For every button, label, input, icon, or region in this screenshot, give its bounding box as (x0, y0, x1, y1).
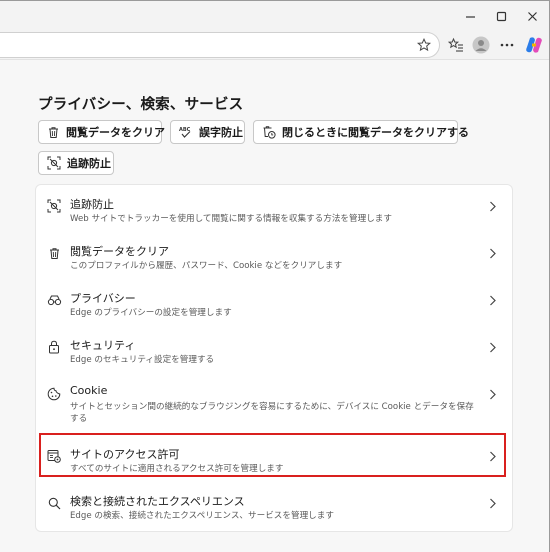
setting-row-privacy[interactable]: プライバシー Edge のプライバシーの設定を管理します (36, 280, 512, 327)
chevron-right-icon (487, 496, 497, 510)
setting-title: サイトのアクセス許可 (70, 448, 180, 461)
favorites-list-icon[interactable] (446, 35, 466, 55)
site-permissions-icon (46, 448, 62, 464)
chevron-right-icon (487, 293, 497, 307)
close-icon (527, 11, 537, 21)
more-menu-icon[interactable] (497, 35, 517, 55)
spellcheck-icon: ABC (179, 127, 191, 138)
chevron-right-icon (487, 340, 497, 354)
browser-window: プライバシー、検索、サービス 閲覧データをクリア ABC 誤字防止 閉じるときに… (0, 0, 550, 552)
profile-avatar-icon[interactable] (471, 35, 491, 55)
setting-title: Cookie (70, 384, 108, 397)
setting-title: プライバシー (70, 292, 136, 305)
setting-row-tracking-prevention[interactable]: 追跡防止 Web サイトでトラッカーを使用して閲覧に関する情報を収集する方法を管… (36, 186, 512, 233)
setting-row-site-permissions[interactable]: サイトのアクセス許可 すべてのサイトに適用されるアクセス許可を管理します (36, 436, 512, 483)
maximize-button[interactable] (484, 1, 518, 31)
setting-description: サイトとセッション間の継続的なブラウジングを容易にするために、デバイスに Coo… (70, 402, 474, 424)
spellcheck-button[interactable]: ABC 誤字防止 (170, 120, 245, 144)
trash-icon (49, 126, 58, 138)
setting-description: このプロファイルから履歴、パスワード、Cookie などをクリアします (70, 261, 343, 271)
search-icon (46, 495, 62, 511)
address-bar[interactable] (0, 32, 440, 58)
browser-toolbar (0, 31, 549, 59)
title-bar (0, 1, 549, 31)
chevron-right-icon (487, 387, 497, 401)
setting-description: すべてのサイトに適用されるアクセス許可を管理します (70, 464, 284, 474)
clear-browsing-data-button[interactable]: 閲覧データをクリア (38, 120, 165, 144)
setting-title: 閲覧データをクリア (70, 245, 169, 258)
setting-description: Edge の検索、接続されたエクスペリエンス、サービスを管理します (70, 511, 334, 521)
chip-label: 追跡防止 (67, 157, 111, 170)
settings-content: プライバシー、検索、サービス 閲覧データをクリア ABC 誤字防止 閉じるときに… (0, 59, 549, 552)
chevron-right-icon (487, 449, 497, 463)
chip-label: 閉じるときに閲覧データをクリアする (282, 126, 469, 139)
minimize-icon (465, 15, 475, 18)
glasses-icon (46, 292, 62, 308)
maximize-icon (496, 11, 506, 21)
chip-label: 誤字防止 (199, 126, 243, 139)
setting-title: セキュリティ (70, 339, 136, 352)
copilot-icon[interactable] (524, 35, 544, 55)
page-title: プライバシー、検索、サービス (38, 97, 244, 113)
setting-description: Edge のセキュリティ設定を管理する (70, 355, 215, 365)
setting-description: Edge のプライバシーの設定を管理します (70, 308, 232, 318)
chevron-right-icon (487, 246, 497, 260)
settings-card: 追跡防止 Web サイトでトラッカーを使用して閲覧に関する情報を収集する方法を管… (35, 184, 513, 532)
setting-row-clear-browsing-data[interactable]: 閲覧データをクリア このプロファイルから履歴、パスワード、Cookie などをク… (36, 233, 512, 280)
setting-description: Web サイトでトラッカーを使用して閲覧に関する情報を収集する方法を管理します (70, 214, 392, 224)
tracking-prevention-icon (47, 156, 61, 170)
lock-icon (46, 339, 62, 355)
setting-title: 検索と接続されたエクスペリエンス (70, 495, 245, 508)
chevron-right-icon (487, 199, 497, 213)
minimize-button[interactable] (453, 1, 487, 31)
chip-label: 閲覧データをクリア (66, 126, 165, 139)
close-button[interactable] (515, 1, 549, 31)
trash-icon (46, 245, 62, 261)
tracking-prevention-button[interactable]: 追跡防止 (38, 151, 114, 175)
trash-clock-icon (263, 126, 276, 139)
setting-title: 追跡防止 (70, 198, 114, 211)
setting-row-search-services[interactable]: 検索と接続されたエクスペリエンス Edge の検索、接続されたエクスペリエンス、… (36, 483, 512, 530)
clear-on-close-button[interactable]: 閉じるときに閲覧データをクリアする (253, 120, 469, 144)
favorite-star-icon[interactable] (414, 35, 434, 55)
tracking-prevention-icon (46, 198, 62, 214)
setting-row-security[interactable]: セキュリティ Edge のセキュリティ設定を管理する (36, 327, 512, 374)
setting-row-cookie[interactable]: Cookie サイトとセッション間の継続的なブラウジングを容易にするために、デバ… (36, 374, 512, 433)
cookie-icon (46, 386, 62, 402)
